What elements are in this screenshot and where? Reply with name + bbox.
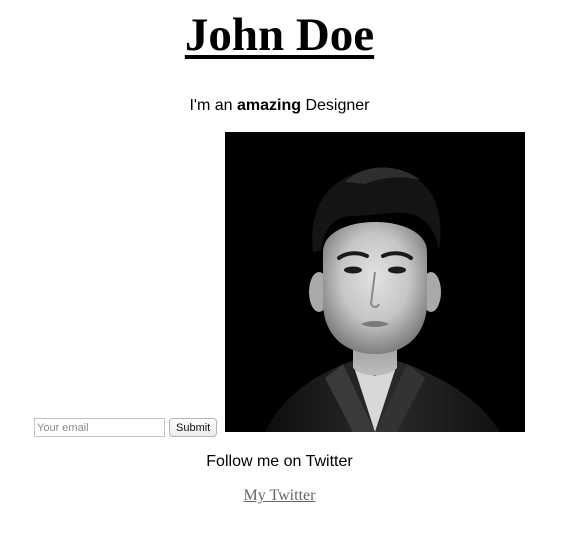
twitter-link-container: My Twitter: [0, 486, 559, 506]
tagline-prefix: I'm an: [189, 97, 237, 114]
tagline-suffix: Designer: [301, 97, 370, 114]
follow-text: Follow me on Twitter: [206, 453, 353, 470]
tagline-emphasis: amazing: [237, 97, 302, 114]
email-input[interactable]: [34, 418, 165, 437]
email-signup-form: Submit: [34, 418, 218, 437]
page-title: John Doe: [184, 9, 375, 61]
twitter-link[interactable]: My Twitter: [244, 487, 316, 504]
submit-button[interactable]: Submit: [169, 418, 218, 437]
profile-photo-illustration: [225, 132, 525, 432]
tagline: I'm an amazing Designer: [0, 96, 559, 116]
profile-photo: [225, 132, 525, 432]
